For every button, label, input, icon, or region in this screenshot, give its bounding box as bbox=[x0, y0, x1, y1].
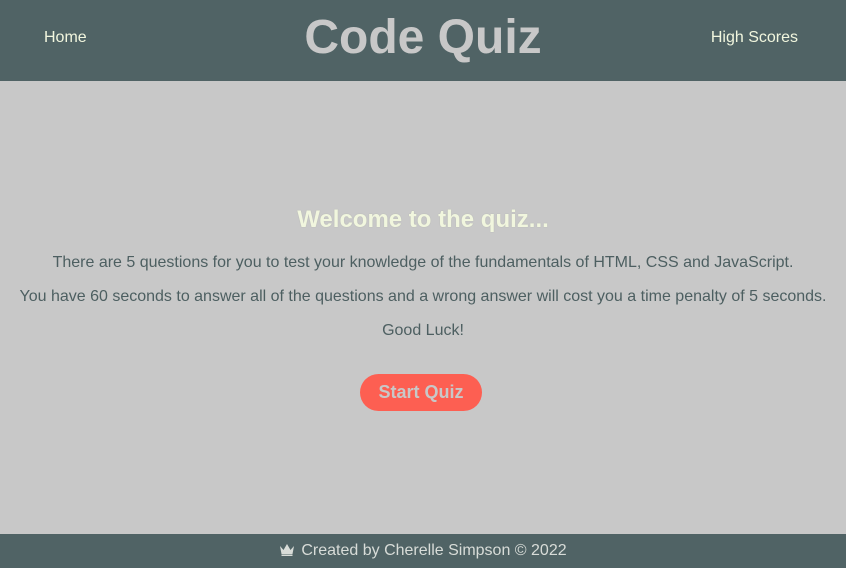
quiz-intro-section: Welcome to the quiz... There are 5 quest… bbox=[0, 81, 846, 534]
footer-credit-text: Created by Cherelle Simpson © 2022 bbox=[301, 542, 567, 559]
start-quiz-button[interactable]: Start Quiz bbox=[360, 374, 482, 411]
site-header: Home Code Quiz High Scores bbox=[0, 0, 846, 81]
intro-text-time-rules: You have 60 seconds to answer all of the… bbox=[19, 288, 827, 305]
intro-text-good-luck: Good Luck! bbox=[382, 322, 464, 339]
nav-high-scores-link[interactable]: High Scores bbox=[711, 28, 798, 48]
welcome-heading: Welcome to the quiz... bbox=[297, 206, 549, 233]
intro-text-questions: There are 5 questions for you to test yo… bbox=[52, 254, 794, 271]
crown-icon bbox=[280, 544, 295, 556]
site-footer: Created by Cherelle Simpson © 2022 bbox=[0, 534, 846, 568]
